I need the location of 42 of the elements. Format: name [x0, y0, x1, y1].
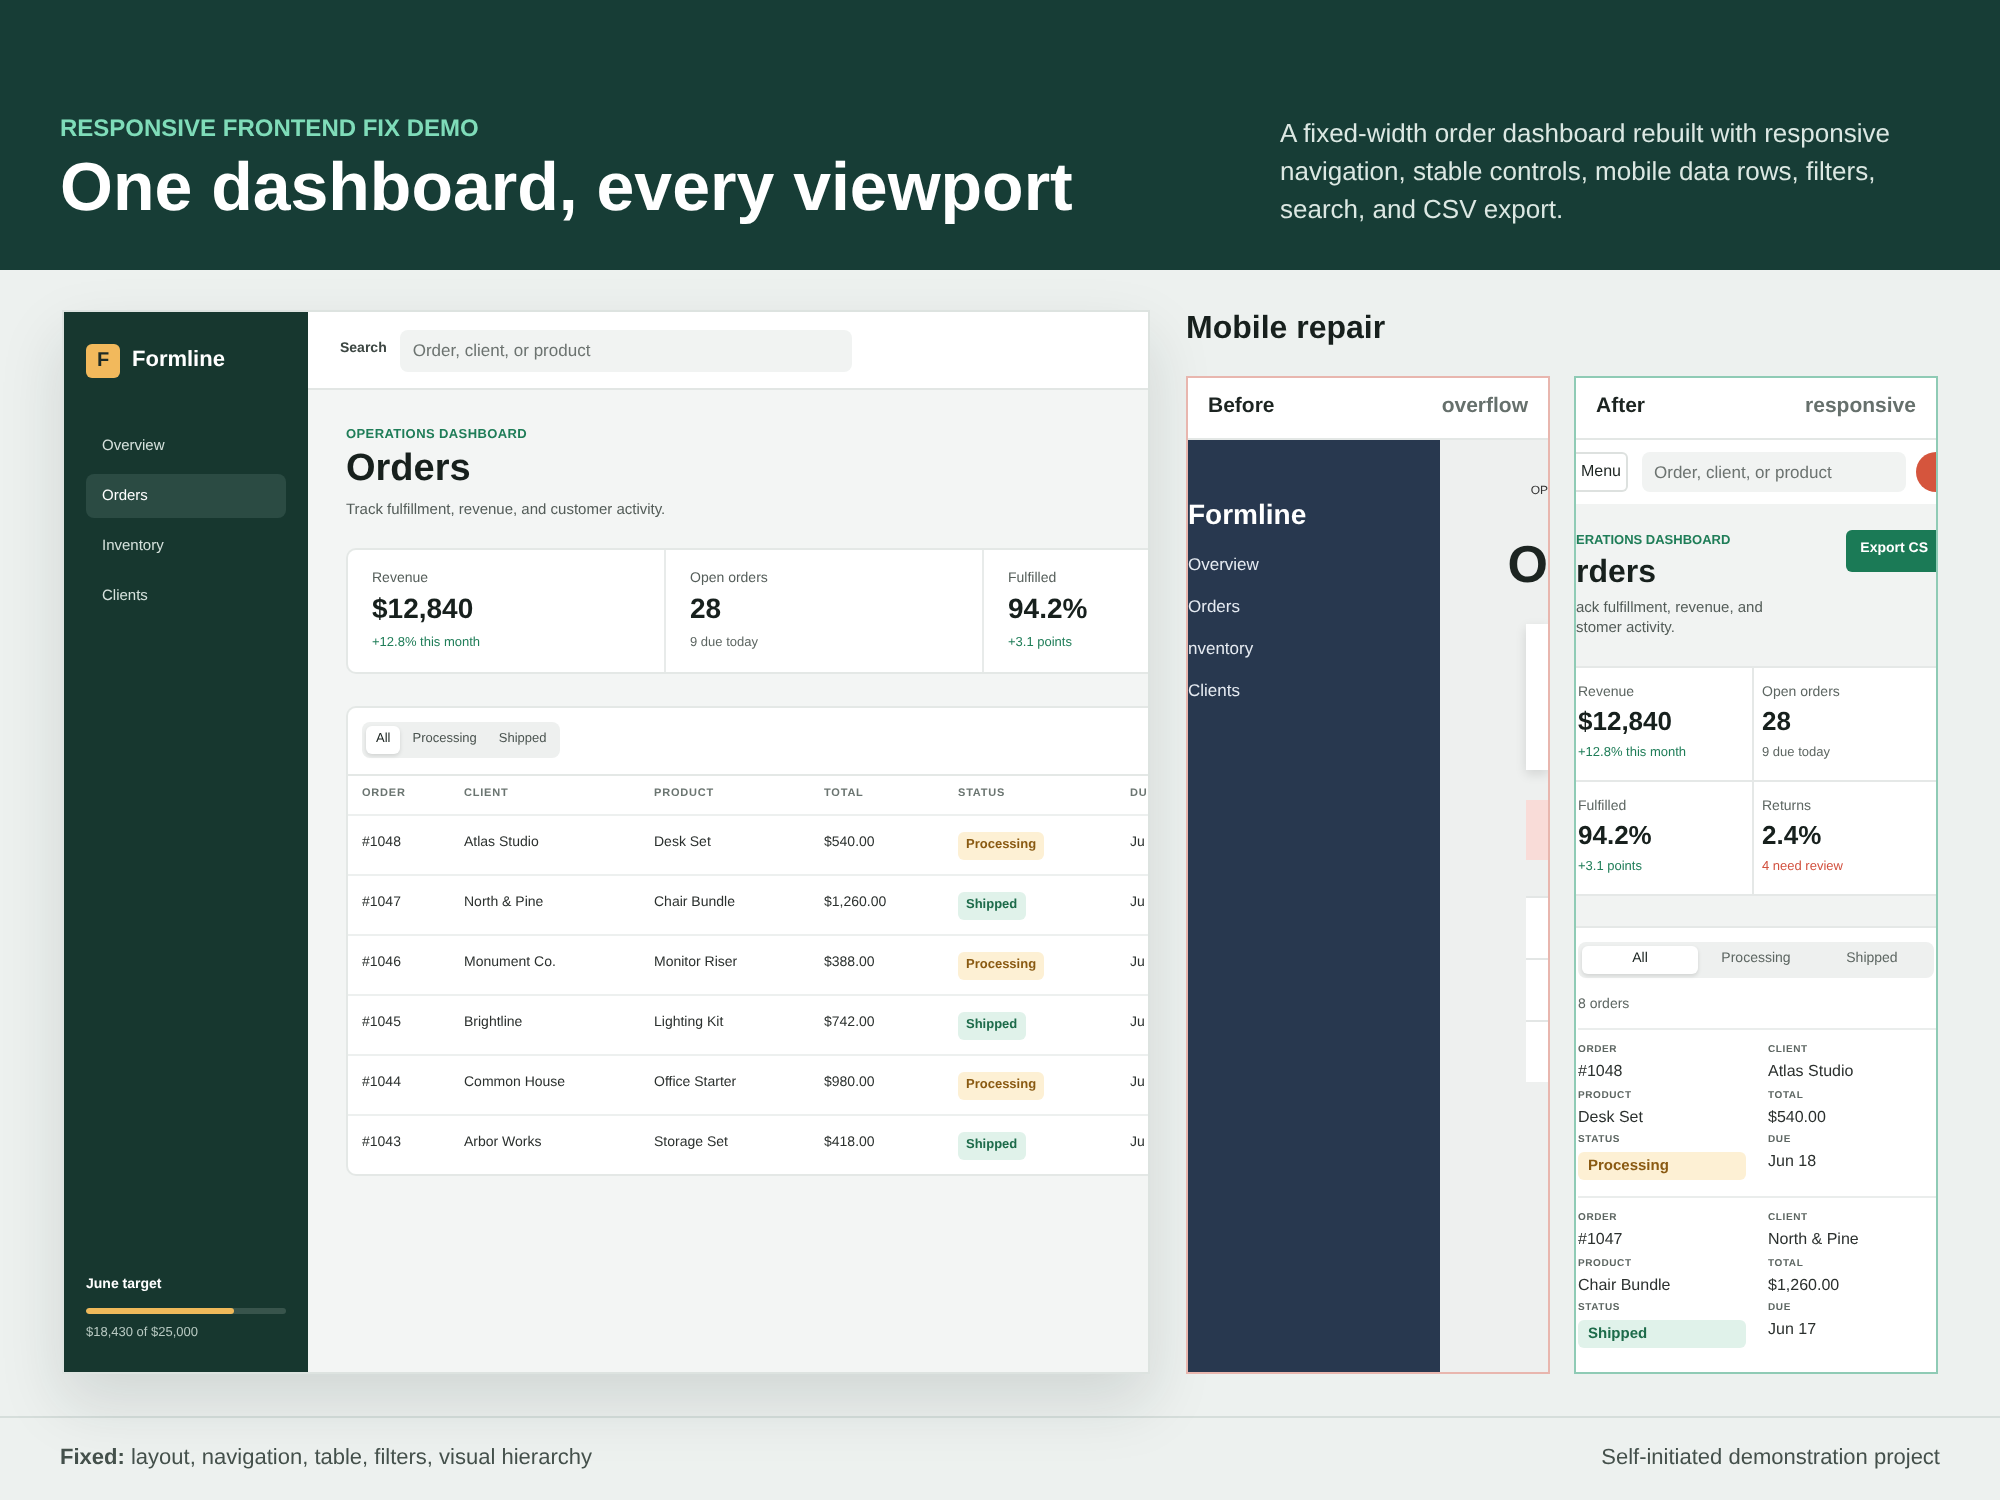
page-title: One dashboard, every viewport [60, 148, 1073, 228]
sidebar-item[interactable]: Overview [1188, 544, 1440, 586]
page-heading: rders [1576, 554, 1659, 592]
panel-label: Before [1208, 392, 1275, 423]
menu-button[interactable]: Menu [1576, 452, 1628, 492]
stat-value: 94.2% [1008, 592, 1090, 626]
field-value: Chair Bundle [1578, 1273, 1673, 1295]
section-title: Mobile repair [1186, 310, 1388, 350]
field-value: Desk Set [1578, 1105, 1645, 1127]
panel-tag: overflow [1441, 392, 1528, 424]
sidebar-item[interactable]: nventory [1188, 628, 1440, 670]
field-value: #1048 [1578, 1060, 1625, 1082]
stat-value: 2.4% [1762, 820, 1824, 852]
page-description: A fixed-width order dashboard rebuilt with responsive navigation, stable controls, mobile data rows, filters, search, and CSV export. [1280, 116, 1892, 228]
brand-logo: F [86, 344, 120, 378]
search-field[interactable]: Order, client, or product [400, 329, 853, 371]
stat-value: $12,840 [1578, 706, 1674, 738]
brand-name: Formline [1188, 498, 1309, 532]
eyebrow-text: RESPONSIVE FRONTEND FIX DEMO [60, 114, 481, 144]
search-field[interactable]: Order, client, or product [1642, 452, 1906, 492]
page-heading: O [1507, 536, 1548, 592]
field-value: Jun 17 [1768, 1318, 1819, 1340]
stat-value: 28 [1762, 706, 1793, 738]
avatar-icon [1916, 452, 1936, 492]
stat-value: 28 [690, 592, 724, 626]
field-value: North & Pine [1768, 1228, 1861, 1250]
field-value: $1,260.00 [1768, 1273, 1842, 1295]
field-value: $540.00 [1768, 1105, 1828, 1127]
page-heading: Orders [346, 448, 473, 492]
alert-banner [1526, 800, 1548, 860]
field-value: Atlas Studio [1768, 1060, 1856, 1082]
panel-tag: responsive [1805, 392, 1916, 424]
fixed-summary: Fixed: layout, navigation, table, filters, visual hierarchy [60, 1444, 592, 1475]
sidebar-item[interactable]: Orders [1188, 586, 1440, 628]
brand-name: Formline [132, 346, 225, 377]
stat-value: 94.2% [1578, 820, 1654, 852]
panel-label: After [1596, 392, 1646, 423]
sidebar-item[interactable]: Clients [1188, 670, 1440, 712]
field-value: Jun 18 [1768, 1150, 1819, 1172]
field-value: #1047 [1578, 1228, 1625, 1250]
stat-value: $12,840 [372, 592, 476, 626]
credit-text: Self-initiated demonstration project [1601, 1444, 1940, 1475]
